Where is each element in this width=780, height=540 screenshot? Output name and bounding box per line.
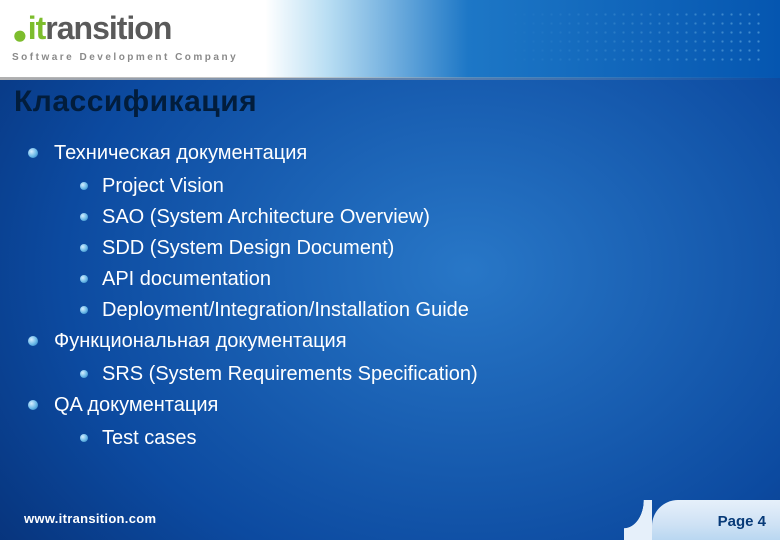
header-bar: ●itransition Software Development Compan… [0, 0, 780, 78]
logo-tagline: Software Development Company [12, 52, 238, 63]
bullet-icon [28, 336, 38, 346]
list-item: SDD (System Design Document) [80, 233, 760, 264]
logo-suffix: ransition [45, 10, 171, 46]
logo-wordmark: ●itransition [12, 10, 238, 50]
list-item: API documentation [80, 264, 760, 295]
list-item: Техническая документация [28, 138, 760, 169]
content: Техническая документация Project Vision … [28, 138, 760, 454]
page-title: Классификация [14, 85, 257, 119]
list-item-label: Функциональная документация [54, 326, 347, 357]
header-dots-icon [502, 10, 762, 66]
bullet-icon [80, 275, 88, 283]
bullet-icon [80, 370, 88, 378]
bullet-icon [28, 400, 38, 410]
list-item-label: API documentation [102, 264, 271, 295]
list-item-label: SDD (System Design Document) [102, 233, 394, 264]
list-item: SRS (System Requirements Specification) [80, 359, 760, 390]
list-item-label: SAO (System Architecture Overview) [102, 202, 430, 233]
list-item-label: Test cases [102, 423, 196, 454]
logo: ●itransition Software Development Compan… [12, 10, 238, 63]
bullet-icon [28, 148, 38, 158]
list-item: Project Vision [80, 171, 760, 202]
list-item: Deployment/Integration/Installation Guid… [80, 295, 760, 326]
list-item: Test cases [80, 423, 760, 454]
list-item-label: Техническая документация [54, 138, 307, 169]
list-item-label: Project Vision [102, 171, 224, 202]
bullet-icon [80, 434, 88, 442]
footer-page-label: Page 4 [718, 513, 766, 530]
list-item: QA документация [28, 390, 760, 421]
list-item-label: SRS (System Requirements Specification) [102, 359, 478, 390]
footer-page: Page 4 [652, 500, 780, 540]
bullet-icon [80, 213, 88, 221]
footer-url: www.itransition.com [24, 511, 156, 526]
header-curve [258, 0, 318, 78]
bullet-icon [80, 182, 88, 190]
logo-bullet-icon: ● [12, 19, 28, 49]
bullet-icon [80, 244, 88, 252]
list-item: SAO (System Architecture Overview) [80, 202, 760, 233]
list-item-label: QA документация [54, 390, 218, 421]
bullet-icon [80, 306, 88, 314]
slide: ●itransition Software Development Compan… [0, 0, 780, 540]
list-item: Функциональная документация [28, 326, 760, 357]
list-item-label: Deployment/Integration/Installation Guid… [102, 295, 469, 326]
logo-prefix: it [28, 10, 46, 46]
